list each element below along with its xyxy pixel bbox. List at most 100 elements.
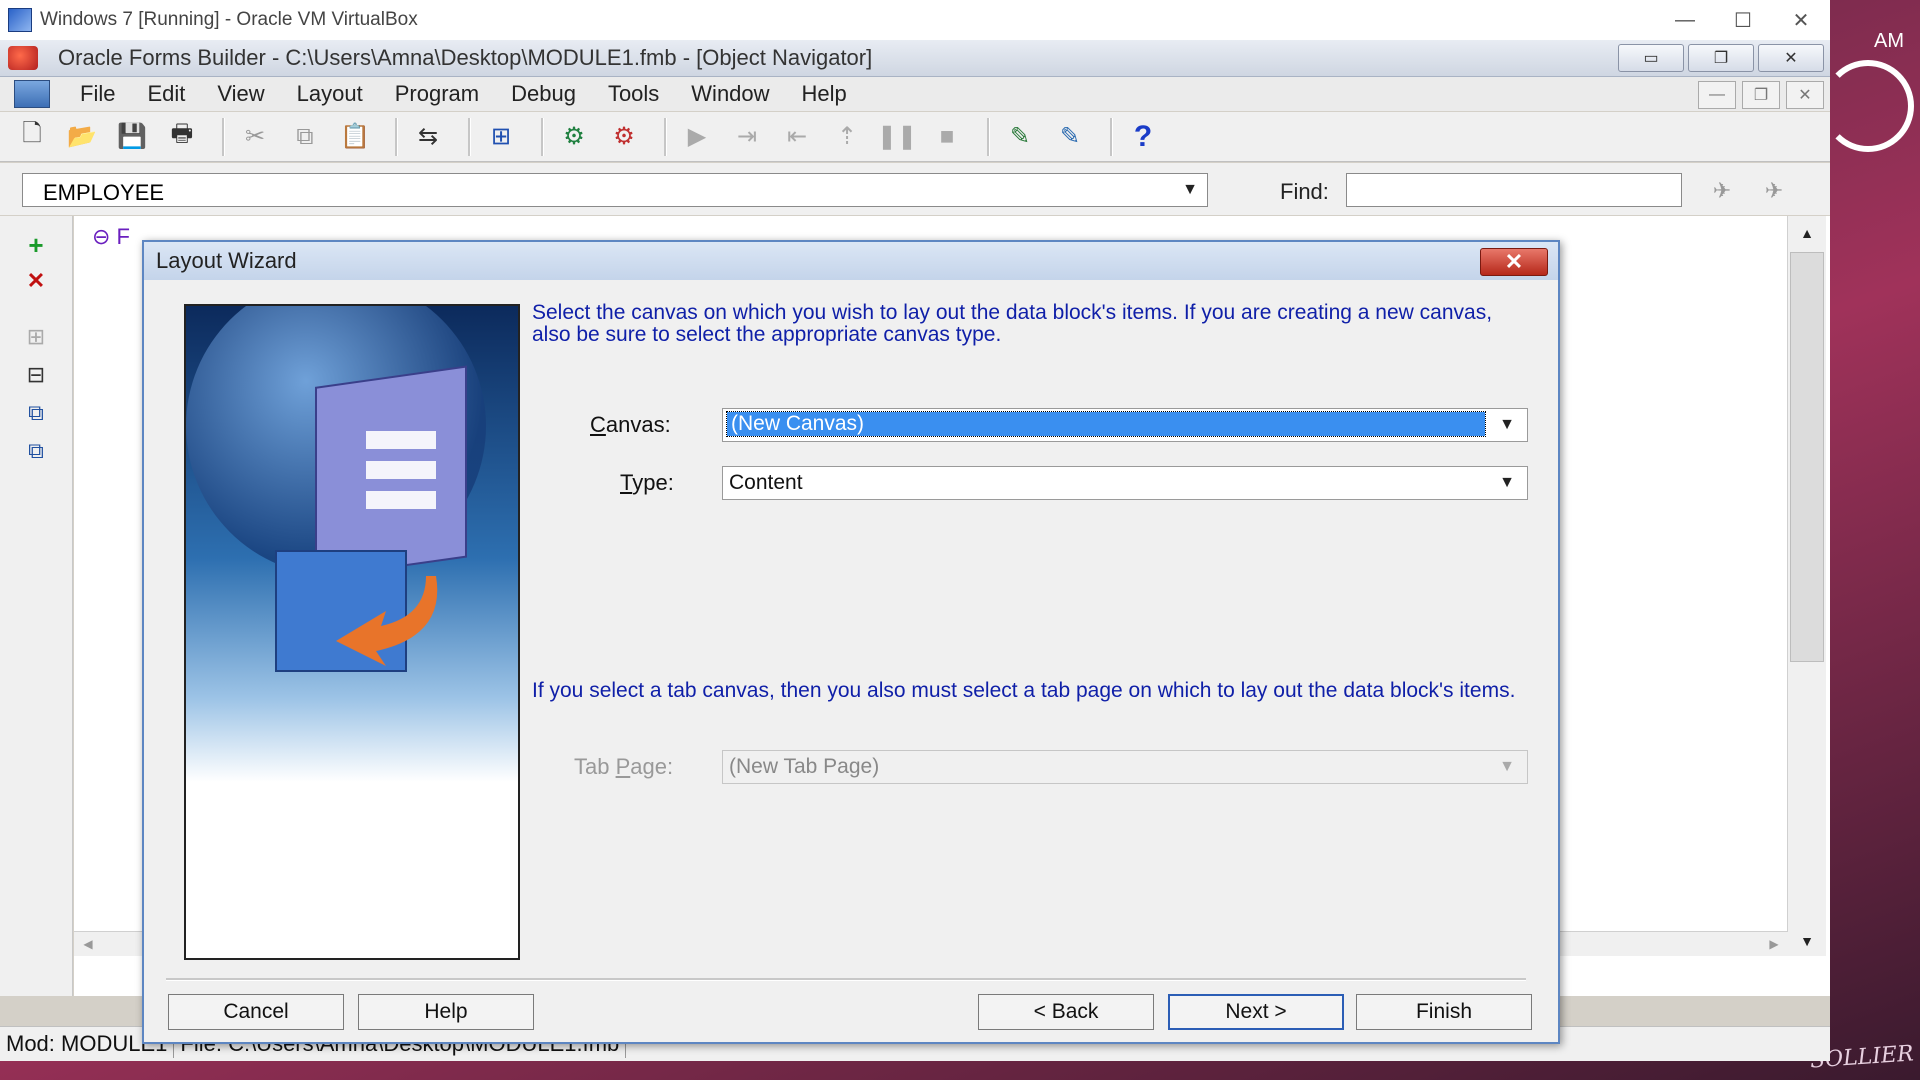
cancel-button[interactable]: Cancel (168, 994, 344, 1030)
host-maximize-button[interactable]: ☐ (1714, 0, 1772, 40)
scroll-left-icon[interactable]: ◀ (74, 932, 102, 956)
wizard-illustration-graphic (186, 306, 518, 958)
canvas-label-accelerator: C (590, 412, 606, 437)
close-icon[interactable]: ✕ (1758, 44, 1824, 72)
virtualbox-titlebar: Windows 7 [Running] - Oracle VM VirtualB… (0, 0, 1830, 40)
menu-view[interactable]: View (201, 81, 280, 107)
create-icon[interactable]: + (18, 230, 54, 260)
mdi-close-icon[interactable]: ✕ (1786, 81, 1824, 109)
expand-all-icon[interactable]: ⧉ (18, 398, 54, 428)
toolbar-separator (987, 117, 990, 156)
canvas-label: Canvas: (590, 412, 671, 438)
wizard-title: Layout Wizard (156, 248, 297, 273)
menu-program[interactable]: Program (379, 81, 495, 107)
host-close-button[interactable]: ✕ (1772, 0, 1830, 40)
desktop-clock: AM (1874, 30, 1904, 52)
wizard-close-button[interactable]: ✕ (1480, 248, 1548, 276)
find-previous-icon[interactable]: ✈ (1702, 175, 1742, 207)
debug-form-icon[interactable]: ⚙ (604, 118, 644, 156)
module-selector-combo[interactable]: EMPLOYEE ▼ (22, 173, 1208, 207)
minimize-icon[interactable]: ▭ (1618, 44, 1684, 72)
menu-layout[interactable]: Layout (281, 81, 379, 107)
canvas-label-text: anvas: (605, 412, 671, 437)
help-button[interactable]: Help (358, 994, 534, 1030)
menu-bar: File Edit View Layout Program Debug Tool… (0, 77, 1830, 111)
new-file-icon[interactable]: 🗋 (12, 118, 52, 156)
navigator-header: EMPLOYEE ▼ Find: ✈ ✈ (0, 163, 1830, 215)
cut-icon[interactable]: ✂ (235, 118, 275, 156)
stop-icon[interactable]: ■ (927, 118, 967, 156)
toolbar-separator (1110, 117, 1113, 156)
layout-wizard-dialog: Layout Wizard ✕ Select the canvas on whi… (142, 240, 1560, 1044)
find-label: Find: (1280, 179, 1329, 204)
toolbar-separator (395, 117, 398, 156)
step-out-icon[interactable]: ⇤ (777, 118, 817, 156)
menu-help[interactable]: Help (786, 81, 863, 107)
type-label: Type: (620, 470, 674, 496)
compile-icon[interactable]: ⊞ (481, 118, 521, 156)
step-over-icon[interactable]: ⇡ (827, 118, 867, 156)
menu-tools[interactable]: Tools (592, 81, 675, 107)
tab-page-select-value: (New Tab Page) (729, 755, 880, 778)
tab-page-label-accelerator: P (615, 754, 631, 779)
save-icon[interactable]: 💾 (112, 118, 152, 156)
menu-window[interactable]: Window (675, 81, 785, 107)
tree-node-forms[interactable]: ⊖ F (92, 224, 130, 250)
step-into-icon[interactable]: ⇥ (727, 118, 767, 156)
layout-wizard-icon[interactable]: ✎ (1050, 118, 1090, 156)
tab-page-label: Tab Page: (574, 754, 673, 780)
chevron-down-icon[interactable]: ▼ (1489, 469, 1525, 497)
tab-page-label-prefix: Tab (574, 754, 616, 779)
next-button[interactable]: Next > (1168, 994, 1344, 1030)
run-form-icon[interactable]: ⚙ (554, 118, 594, 156)
copy-icon[interactable]: ⧉ (285, 118, 325, 156)
tab-page-select: (New Tab Page) ▼ (722, 750, 1528, 784)
help-icon[interactable]: ? (1123, 118, 1163, 156)
pause-icon[interactable]: ❚❚ (877, 118, 917, 156)
menu-file[interactable]: File (64, 81, 131, 107)
forms-builder-title: Oracle Forms Builder - C:\Users\Amna\Des… (58, 45, 873, 70)
data-block-wizard-icon[interactable]: ✎ (1000, 118, 1040, 156)
canvas-select-value: (New Canvas) (726, 411, 1486, 437)
wizard-divider (166, 978, 1526, 981)
collapse-icon[interactable]: ⊟ (18, 360, 54, 390)
mdi-document-icon[interactable] (14, 80, 50, 108)
wizard-instruction-canvas: Select the canvas on which you wish to l… (532, 301, 1493, 346)
host-minimize-button[interactable]: — (1656, 0, 1714, 40)
back-button[interactable]: < Back (978, 994, 1154, 1030)
vertical-scrollbar[interactable]: ▲ ▼ (1787, 216, 1826, 956)
connect-icon[interactable]: ⇆ (408, 118, 448, 156)
delete-icon[interactable]: ✕ (18, 266, 54, 296)
forms-builder-titlebar: Oracle Forms Builder - C:\Users\Amna\Des… (0, 40, 1830, 77)
wizard-titlebar: Layout Wizard ✕ (144, 242, 1558, 280)
type-label-accelerator: T (620, 470, 633, 495)
toolbar-separator (664, 117, 667, 156)
scrollbar-thumb[interactable] (1790, 252, 1824, 662)
scroll-right-icon[interactable]: ▶ (1760, 932, 1788, 956)
print-icon[interactable]: 🖶 (162, 118, 202, 156)
scroll-down-icon[interactable]: ▼ (1788, 926, 1826, 956)
find-input[interactable] (1346, 173, 1682, 207)
canvas-select[interactable]: (New Canvas) ▼ (722, 408, 1528, 442)
menu-debug[interactable]: Debug (495, 81, 592, 107)
go-icon[interactable]: ▶ (677, 118, 717, 156)
scroll-up-icon[interactable]: ▲ (1788, 218, 1826, 248)
paste-icon[interactable]: 📋 (335, 118, 375, 156)
toolbar-separator (468, 117, 471, 156)
mdi-restore-icon[interactable]: ❐ (1742, 81, 1780, 109)
guest-screen: Oracle Forms Builder - C:\Users\Amna\Des… (0, 40, 1830, 1061)
tab-page-label-text: age: (630, 754, 674, 779)
expand-icon[interactable]: ⊞ (18, 322, 54, 352)
mdi-minimize-icon[interactable]: — (1698, 81, 1736, 109)
chevron-down-icon[interactable]: ▼ (1489, 411, 1525, 439)
virtualbox-window: Windows 7 [Running] - Oracle VM VirtualB… (0, 0, 1830, 1061)
menu-edit[interactable]: Edit (131, 81, 201, 107)
find-next-icon[interactable]: ✈ (1754, 175, 1794, 207)
type-select[interactable]: Content ▼ (722, 466, 1528, 500)
restore-icon[interactable]: ❐ (1688, 44, 1754, 72)
type-select-value: Content (729, 471, 803, 494)
collapse-all-icon[interactable]: ⧉ (18, 436, 54, 466)
chevron-down-icon[interactable]: ▼ (1173, 174, 1207, 206)
finish-button[interactable]: Finish (1356, 994, 1532, 1030)
open-folder-icon[interactable]: 📂 (62, 118, 102, 156)
